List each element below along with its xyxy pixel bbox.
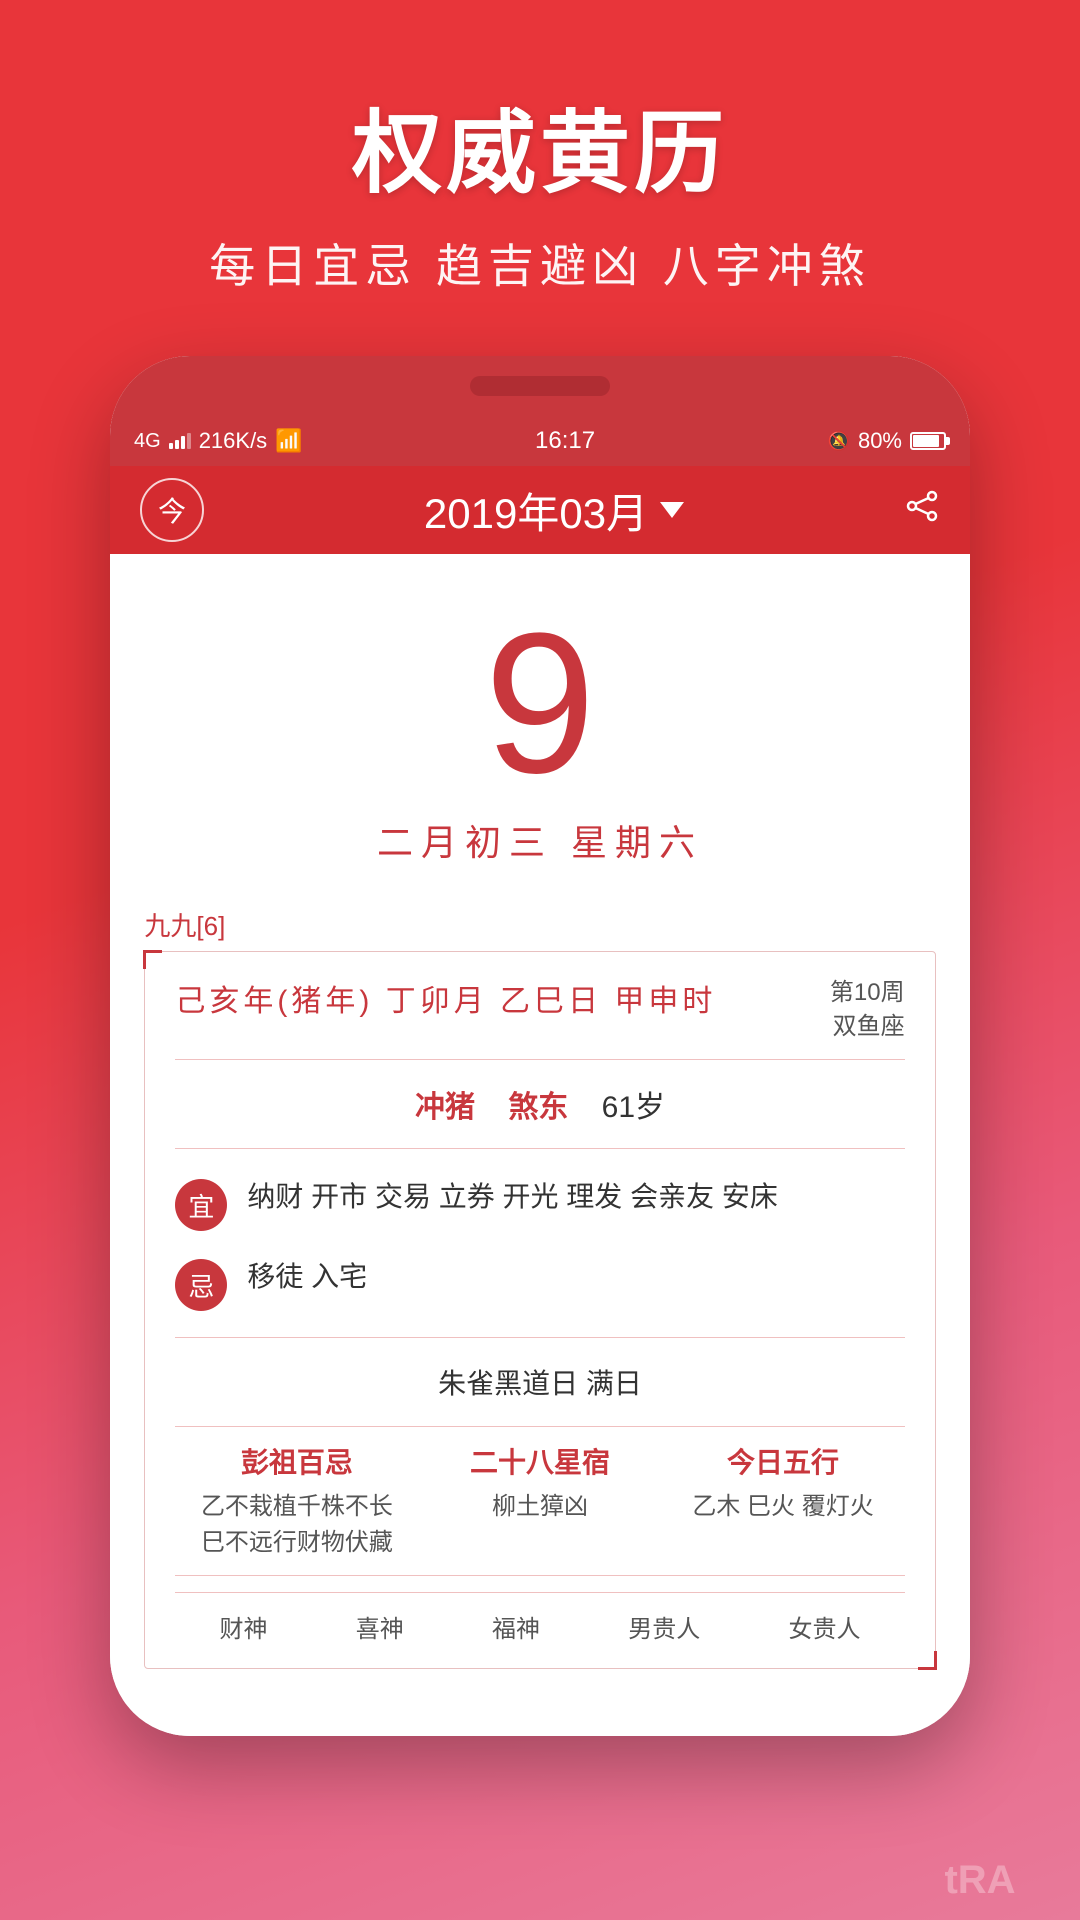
bottom-item-nanguiren: 男贵人	[628, 1609, 700, 1644]
divider-3	[175, 1337, 904, 1338]
heisha-row: 朱雀黑道日 满日	[175, 1352, 904, 1412]
calendar-info: 九九[6] 己亥年(猪年) 丁卯月 乙巳日 甲申时 第10周 双鱼座 冲猪	[144, 906, 935, 1669]
col-wuxing-title: 今日五行	[662, 1441, 905, 1481]
divider-4	[175, 1426, 904, 1427]
ji-badge: 忌	[175, 1259, 227, 1311]
divider-2	[175, 1148, 904, 1149]
phone-top	[110, 356, 970, 416]
col-xingxiu-content: 柳土獐凶	[418, 1489, 661, 1525]
col-pengzu-title: 彭祖百忌	[175, 1441, 418, 1481]
ji-row: 忌 移徒 入宅	[175, 1243, 904, 1323]
col-pengzu: 彭祖百忌 乙不栽植千株不长 巳不远行财物伏藏	[175, 1441, 418, 1561]
bottom-item-caishen: 财神	[220, 1609, 268, 1644]
watermark: tRA	[880, 1840, 1080, 1920]
col-wuxing-content: 乙木 巳火 覆灯火	[662, 1489, 905, 1525]
date-display: 9 二月初三 星期六	[110, 554, 970, 886]
today-button[interactable]: 今	[140, 478, 204, 542]
yi-content: 纳财 开市 交易 立券 开光 理发 会亲友 安床	[247, 1175, 904, 1220]
bottom-row: 财神 喜神 福神 男贵人 女贵人	[175, 1592, 904, 1644]
date-number: 9	[110, 604, 970, 804]
app-title: 权威黄历	[40, 80, 1040, 210]
signal-bars	[169, 433, 191, 449]
yi-row: 宜 纳财 开市 交易 立券 开光 理发 会亲友 安床	[175, 1163, 904, 1243]
ganzhi-main: 己亥年(猪年) 丁卯月 乙巳日 甲申时	[175, 976, 716, 1020]
month-title-label: 2019年03月	[424, 480, 648, 541]
info-card: 己亥年(猪年) 丁卯月 乙巳日 甲申时 第10周 双鱼座 冲猪 煞东 61岁	[144, 951, 935, 1669]
wifi-icon: 📶	[275, 428, 302, 454]
app-nav: 今 2019年03月	[110, 466, 970, 554]
battery-label: 80%	[858, 428, 902, 454]
col-xingxiu-title: 二十八星宿	[418, 1441, 661, 1481]
phone-speaker	[470, 376, 610, 396]
bottom-item-nvguiren: 女贵人	[788, 1609, 860, 1644]
watermark-text: tRA	[944, 1858, 1015, 1903]
ganzhi-side: 第10周 双鱼座	[830, 976, 905, 1043]
zodiac-label: 双鱼座	[830, 1010, 905, 1044]
col-pengzu-line2: 巳不远行财物伏藏	[175, 1525, 418, 1561]
col-wuxing: 今日五行 乙木 巳火 覆灯火	[662, 1441, 905, 1561]
status-time: 16:17	[535, 427, 595, 455]
battery-icon	[910, 432, 946, 450]
week-label: 第10周	[830, 976, 905, 1010]
ganzhi-row: 己亥年(猪年) 丁卯月 乙巳日 甲申时 第10周 双鱼座	[175, 976, 904, 1043]
alarm-icon: 🔕	[828, 431, 850, 452]
three-cols: 彭祖百忌 乙不栽植千株不长 巳不远行财物伏藏 二十八星宿 柳土獐凶 今日五行 乙…	[175, 1441, 904, 1561]
divider-5	[175, 1575, 904, 1576]
status-bar: 4G 216K/s 📶 16:17 🔕 80%	[110, 416, 970, 466]
app-subtitle: 每日宜忌 趋吉避凶 八字冲煞	[40, 230, 1040, 296]
share-button[interactable]	[904, 488, 940, 533]
app-header: 权威黄历 每日宜忌 趋吉避凶 八字冲煞	[0, 0, 1080, 336]
col-pengzu-line1: 乙不栽植千株不长	[175, 1489, 418, 1525]
phone-mockup: 4G 216K/s 📶 16:17 🔕 80% 今 2019年03月	[110, 356, 970, 1736]
date-lunar: 二月初三 星期六	[110, 814, 970, 866]
signal-icon: 4G	[134, 430, 161, 453]
jiujiu-label: 九九[6]	[144, 906, 935, 943]
chong-label1: 冲猪	[415, 1091, 475, 1124]
divider-1	[175, 1059, 904, 1060]
ji-content: 移徒 入宅	[247, 1255, 904, 1300]
yi-badge: 宜	[175, 1179, 227, 1231]
col-xingxiu: 二十八星宿 柳土獐凶	[418, 1441, 661, 1561]
bottom-item-fushen: 福神	[492, 1609, 540, 1644]
phone-content: 9 二月初三 星期六 九九[6] 己亥年(猪年) 丁卯月 乙巳日 甲申时 第10…	[110, 554, 970, 1736]
month-selector[interactable]: 2019年03月	[424, 480, 684, 541]
chong-label2: 煞东	[508, 1091, 568, 1124]
bottom-item-xishen: 喜神	[356, 1609, 404, 1644]
chong-age: 61岁	[602, 1091, 665, 1124]
chevron-down-icon	[660, 502, 684, 518]
speed-label: 216K/s	[199, 428, 268, 454]
chong-row: 冲猪 煞东 61岁	[175, 1074, 904, 1134]
